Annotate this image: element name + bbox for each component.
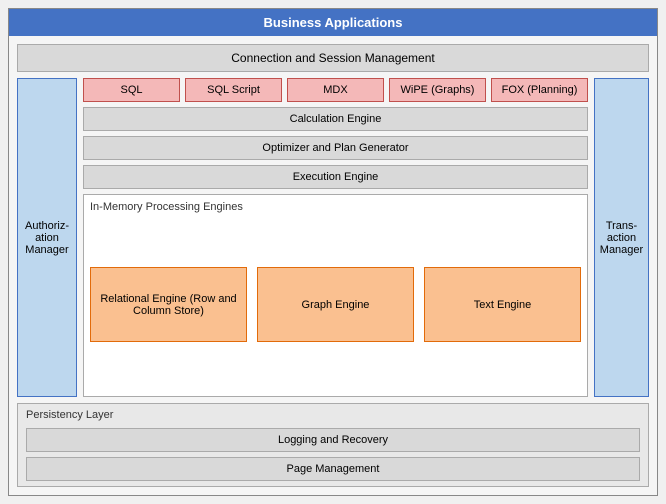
auth-manager-label: Authoriz-ation Manager — [22, 220, 72, 256]
processing-engines-row: Relational Engine (Row and Column Store)… — [90, 219, 581, 390]
query-wipe: WiPE (Graphs) — [389, 78, 486, 102]
query-types-row: SQL SQL Script MDX WiPE (Graphs) FOX (Pl… — [83, 78, 588, 102]
optimizer-label: Optimizer and Plan Generator — [262, 142, 408, 154]
middle-row: Authoriz-ation Manager SQL SQL Script MD… — [17, 78, 649, 397]
query-sql: SQL — [83, 78, 180, 102]
business-apps-bar: Business Applications — [9, 9, 657, 36]
query-fox: FOX (Planning) — [491, 78, 588, 102]
execution-engine-label: Execution Engine — [293, 171, 379, 183]
text-engine-label: Text Engine — [474, 299, 531, 311]
connection-bar: Connection and Session Management — [17, 44, 649, 72]
query-mdx: MDX — [287, 78, 384, 102]
connection-label: Connection and Session Management — [231, 51, 434, 65]
business-apps-label: Business Applications — [264, 15, 403, 30]
execution-engine-bar: Execution Engine — [83, 165, 588, 189]
graph-engine-box: Graph Engine — [257, 267, 414, 342]
text-engine-box: Text Engine — [424, 267, 581, 342]
logging-label: Logging and Recovery — [278, 434, 388, 446]
relational-engine-box: Relational Engine (Row and Column Store) — [90, 267, 247, 342]
logging-bar: Logging and Recovery — [26, 428, 640, 452]
transaction-manager: Trans-action Manager — [594, 78, 649, 397]
calculation-engine-bar: Calculation Engine — [83, 107, 588, 131]
page-management-label: Page Management — [287, 463, 380, 475]
app-container: Business Applications Connection and Ses… — [8, 8, 658, 496]
auth-manager: Authoriz-ation Manager — [17, 78, 77, 397]
relational-engine-label: Relational Engine (Row and Column Store) — [97, 293, 240, 317]
transaction-manager-label: Trans-action Manager — [599, 220, 644, 256]
main-content: Connection and Session Management Author… — [9, 36, 657, 495]
query-sql-script: SQL Script — [185, 78, 282, 102]
persistency-label: Persistency Layer — [26, 409, 640, 423]
in-memory-box: In-Memory Processing Engines Relational … — [83, 194, 588, 397]
graph-engine-label: Graph Engine — [302, 299, 370, 311]
calculation-engine-label: Calculation Engine — [290, 113, 382, 125]
page-management-bar: Page Management — [26, 457, 640, 481]
optimizer-bar: Optimizer and Plan Generator — [83, 136, 588, 160]
in-memory-label: In-Memory Processing Engines — [90, 201, 581, 213]
engines-column: SQL SQL Script MDX WiPE (Graphs) FOX (Pl… — [83, 78, 588, 397]
persistency-section: Persistency Layer Logging and Recovery P… — [17, 403, 649, 487]
